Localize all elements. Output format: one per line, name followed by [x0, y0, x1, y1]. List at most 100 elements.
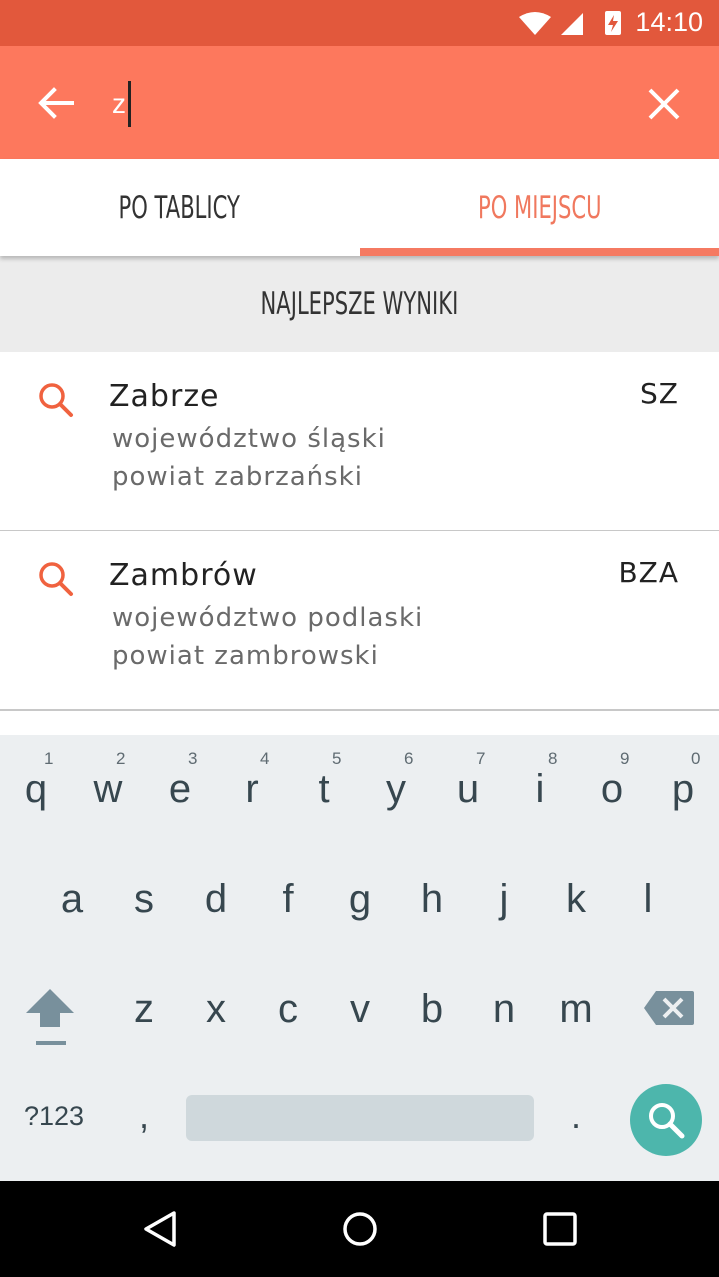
- key-a[interactable]: a: [36, 845, 108, 953]
- back-arrow-icon[interactable]: [32, 79, 80, 127]
- result-voivodeship: województwo śląski: [112, 424, 386, 454]
- key-char: t: [318, 767, 330, 811]
- key-char: i: [535, 767, 545, 811]
- key-char: o: [600, 767, 624, 811]
- key-x[interactable]: x: [180, 955, 252, 1063]
- status-bar: 14:10: [0, 0, 719, 46]
- spacebar[interactable]: [186, 1095, 534, 1141]
- key-char: d: [204, 877, 228, 921]
- key-char: f: [282, 877, 294, 921]
- symbols-key[interactable]: ?123: [12, 1101, 96, 1141]
- key-e[interactable]: 3e: [144, 735, 216, 843]
- key-char: h: [420, 877, 444, 921]
- period-key[interactable]: .: [540, 1095, 612, 1145]
- search-action-button[interactable]: [630, 1084, 702, 1156]
- tab-po-miejscu[interactable]: PO MIEJSCU: [360, 159, 719, 256]
- key-k[interactable]: k: [540, 845, 612, 953]
- plate-code: SZ: [640, 377, 679, 410]
- key-char: u: [456, 767, 480, 811]
- key-hint: 8: [548, 749, 558, 768]
- key-hint: 4: [260, 749, 270, 768]
- search-input[interactable]: z: [112, 78, 131, 130]
- section-header: NAJLEPSZE WYNIKI: [0, 256, 719, 352]
- key-char: w: [93, 767, 123, 811]
- key-char: x: [206, 987, 226, 1031]
- search-icon: [39, 562, 73, 596]
- search-app-bar: z: [0, 46, 719, 159]
- shift-icon[interactable]: [22, 985, 78, 1049]
- key-y[interactable]: 6y: [360, 735, 432, 843]
- key-g[interactable]: g: [324, 845, 396, 953]
- key-l[interactable]: l: [612, 845, 684, 953]
- result-name: Zambrów: [109, 558, 258, 593]
- key-char: n: [492, 987, 516, 1031]
- recents-nav-icon[interactable]: [541, 1210, 579, 1248]
- plate-code: BZA: [618, 556, 679, 589]
- key-z[interactable]: z: [108, 955, 180, 1063]
- key-d[interactable]: d: [180, 845, 252, 953]
- key-hint: 0: [691, 749, 701, 768]
- search-query: z: [112, 88, 126, 119]
- tab-bar: PO TABLICY PO MIEJSCU: [0, 159, 719, 256]
- result-county: powiat zabrzański: [112, 462, 363, 492]
- key-hint: 5: [332, 749, 342, 768]
- system-nav-bar: [0, 1181, 719, 1277]
- tab-label: PO MIEJSCU: [477, 189, 602, 226]
- key-m[interactable]: m: [540, 955, 612, 1063]
- back-nav-icon[interactable]: [140, 1209, 180, 1249]
- result-county: powiat zambrowski: [112, 641, 379, 671]
- key-v[interactable]: v: [324, 955, 396, 1063]
- key-hint: 9: [620, 749, 630, 768]
- key-char: a: [60, 877, 84, 921]
- wifi-icon: [519, 12, 551, 35]
- key-char: p: [671, 767, 695, 811]
- key-hint: 7: [476, 749, 486, 768]
- key-q[interactable]: 1q: [0, 735, 72, 843]
- tab-po-tablicy[interactable]: PO TABLICY: [0, 159, 359, 256]
- key-h[interactable]: h: [396, 845, 468, 953]
- key-char: c: [278, 987, 298, 1031]
- key-char: k: [566, 877, 586, 921]
- key-hint: 3: [188, 749, 198, 768]
- key-t[interactable]: 5t: [288, 735, 360, 843]
- key-b[interactable]: b: [396, 955, 468, 1063]
- home-nav-icon[interactable]: [340, 1209, 380, 1249]
- key-s[interactable]: s: [108, 845, 180, 953]
- key-r[interactable]: 4r: [216, 735, 288, 843]
- key-u[interactable]: 7u: [432, 735, 504, 843]
- period-char: .: [570, 1095, 581, 1136]
- status-icons: [519, 11, 621, 35]
- comma-key[interactable]: ,: [108, 1095, 180, 1145]
- comma-char: ,: [138, 1095, 149, 1136]
- result-name: Zabrze: [109, 379, 220, 414]
- list-item[interactable]: Zambrów BZA województwo podlaski powiat …: [0, 531, 719, 711]
- battery-charging-icon: [605, 11, 621, 35]
- key-i[interactable]: 8i: [504, 735, 576, 843]
- key-w[interactable]: 2w: [72, 735, 144, 843]
- key-hint: 2: [116, 749, 126, 768]
- list-item[interactable]: Zabrze SZ województwo śląski powiat zabr…: [0, 352, 719, 532]
- key-char: y: [386, 767, 406, 811]
- key-j[interactable]: j: [468, 845, 540, 953]
- tab-label: PO TABLICY: [118, 189, 241, 226]
- key-p[interactable]: 0p: [647, 735, 719, 843]
- clear-icon[interactable]: [640, 80, 688, 128]
- key-char: v: [350, 987, 370, 1031]
- key-char: g: [348, 877, 372, 921]
- key-o[interactable]: 9o: [576, 735, 648, 843]
- result-voivodeship: województwo podlaski: [112, 603, 424, 633]
- symbols-label: ?123: [23, 1101, 85, 1131]
- key-hint: 1: [44, 749, 54, 768]
- key-char: z: [134, 987, 154, 1031]
- key-n[interactable]: n: [468, 955, 540, 1063]
- key-char: m: [559, 987, 593, 1031]
- key-char: b: [420, 987, 444, 1031]
- key-f[interactable]: f: [252, 845, 324, 953]
- key-c[interactable]: c: [252, 955, 324, 1063]
- key-char: r: [245, 767, 259, 811]
- status-time: 14:10: [635, 7, 703, 37]
- key-char: j: [499, 877, 509, 921]
- section-header-label: NAJLEPSZE WYNIKI: [260, 286, 459, 322]
- backspace-icon[interactable]: [642, 989, 696, 1027]
- key-char: l: [643, 877, 653, 921]
